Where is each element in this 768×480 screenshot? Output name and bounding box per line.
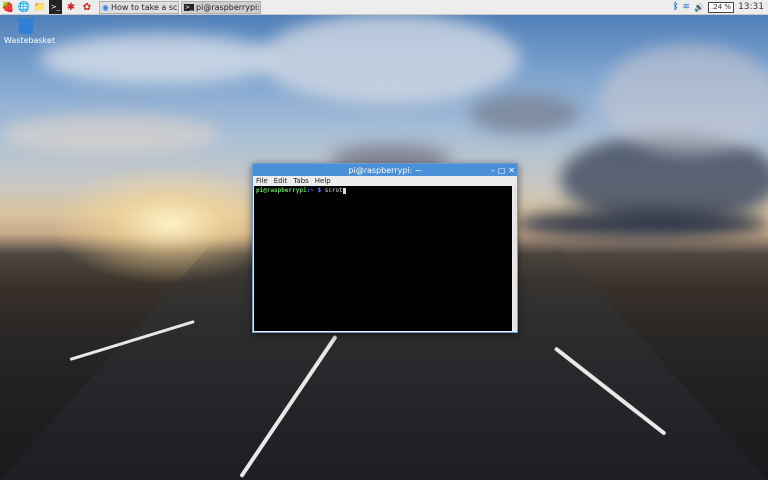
terminal-menubar: File Edit Tabs Help [253, 176, 517, 186]
menu-tabs[interactable]: Tabs [293, 177, 309, 185]
file-manager-icon[interactable]: 📁 [32, 0, 48, 14]
web-browser-icon[interactable]: 🌐 [16, 0, 32, 14]
terminal-task-icon: >_ [184, 3, 195, 11]
bluetooth-icon[interactable]: ᛒ [673, 2, 678, 12]
window-titlebar[interactable]: pi@raspberrypi: ~ – ▢ ✕ [253, 164, 517, 176]
cpu-monitor: .24 % [708, 1, 735, 13]
menu-file[interactable]: File [256, 177, 268, 185]
wastebasket-desktop-item[interactable]: Wastebasket [4, 18, 55, 45]
window-title: pi@raspberrypi: ~ [348, 165, 422, 175]
wolfram-icon[interactable]: ✿ [79, 0, 95, 14]
command-text: scrot [324, 187, 343, 194]
raspberry-menu-icon[interactable]: 🍓 [0, 0, 16, 14]
chromium-icon: ◉ [102, 2, 109, 12]
menu-help[interactable]: Help [315, 177, 331, 185]
system-tray: ᛒ ≋ 🔊 .24 % 13:31 [673, 0, 768, 14]
taskbar: 🍓 🌐 📁 >_ ✱ ✿ ◉ How to take a screen... >… [0, 0, 768, 15]
wastebasket-label: Wastebasket [4, 36, 56, 45]
terminal-scrollbar[interactable] [513, 186, 517, 331]
volume-icon[interactable]: 🔊 [694, 3, 704, 12]
menu-edit[interactable]: Edit [274, 177, 288, 185]
minimize-button[interactable]: – [491, 166, 495, 175]
prompt-path: :~ $ [306, 187, 322, 194]
task-label: How to take a screen... [110, 2, 178, 12]
maximize-button[interactable]: ▢ [498, 166, 506, 175]
task-terminal[interactable]: >_ pi@raspberrypi: ~ [181, 0, 261, 14]
task-label: pi@raspberrypi: ~ [196, 2, 260, 12]
prompt-user: pi@raspberrypi [256, 187, 307, 194]
wifi-icon[interactable]: ≋ [683, 2, 691, 12]
trash-icon [17, 18, 35, 34]
text-cursor [342, 187, 346, 194]
clock[interactable]: 13:31 [738, 2, 764, 12]
math-icon[interactable]: ✱ [63, 0, 79, 14]
task-chromium[interactable]: ◉ How to take a screen... [99, 0, 179, 14]
close-button[interactable]: ✕ [508, 166, 515, 175]
terminal-output[interactable]: pi@raspberrypi:~ $ scrot [254, 186, 512, 331]
terminal-window[interactable]: pi@raspberrypi: ~ – ▢ ✕ File Edit Tabs H… [252, 163, 518, 333]
terminal-icon[interactable]: >_ [49, 0, 62, 14]
